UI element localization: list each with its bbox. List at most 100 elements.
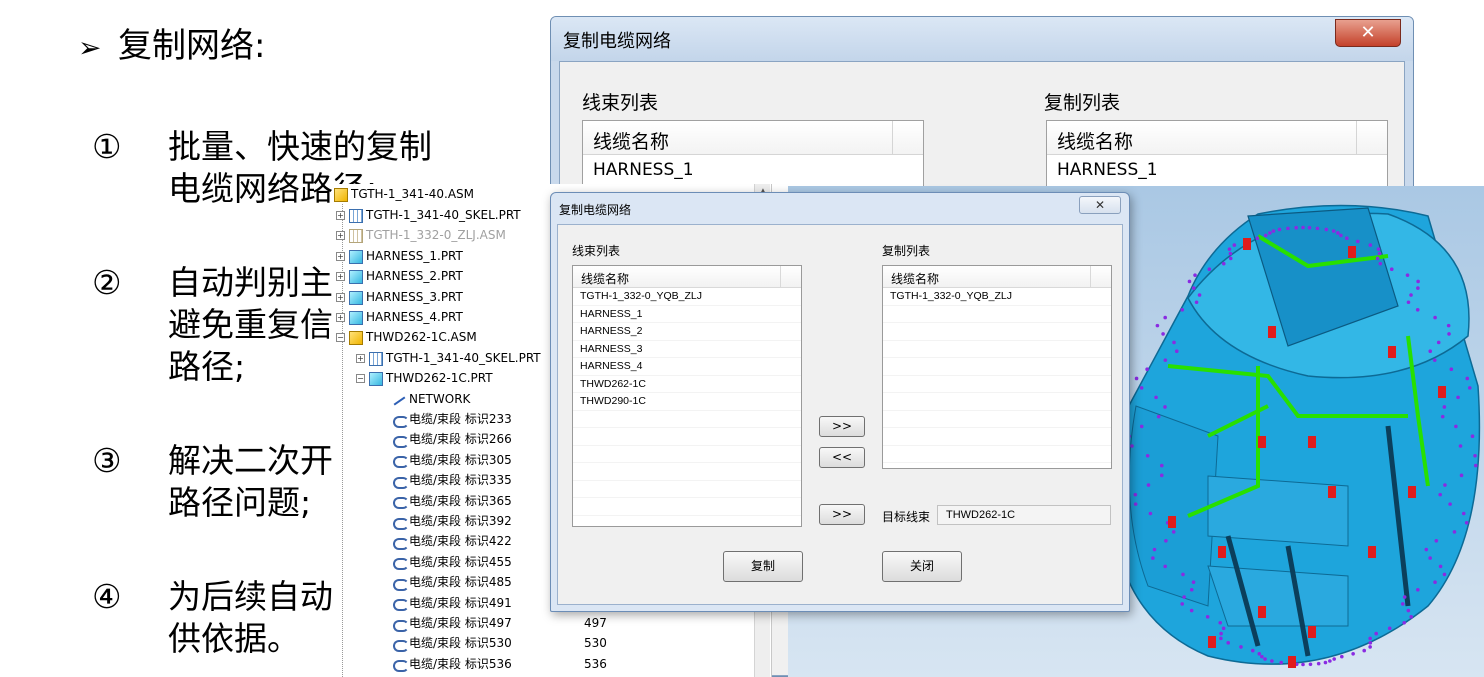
list-item[interactable] <box>573 428 801 446</box>
tree-node[interactable]: NETWORK <box>392 389 470 409</box>
model-point <box>1146 483 1151 487</box>
list-item[interactable] <box>883 428 1111 446</box>
list-item[interactable] <box>573 481 801 498</box>
list-item[interactable] <box>573 446 801 463</box>
tree-node-label: TGTH-1_341-40.ASM <box>351 187 475 201</box>
back-left-column-header[interactable]: 线缆名称 <box>583 121 923 155</box>
expand-icon[interactable]: + <box>336 293 345 302</box>
tree-node-segment[interactable]: 电缆/束段 标识530 <box>392 633 512 653</box>
tree-node-segment[interactable]: 电缆/束段 标识422 <box>392 531 512 551</box>
remove-from-copy-button[interactable]: << <box>819 447 865 468</box>
list-item[interactable]: THWD262-1C <box>573 376 801 393</box>
list-item[interactable] <box>883 376 1111 393</box>
model-point <box>1257 652 1262 656</box>
part-icon <box>349 290 363 305</box>
expand-icon[interactable]: + <box>336 252 345 261</box>
tree-node[interactable]: − THWD262-1C.ASM <box>336 327 477 347</box>
expand-icon[interactable]: + <box>336 313 345 322</box>
tree-node[interactable]: + HARNESS_1.PRT <box>336 246 463 266</box>
back-dialog-titlebar: 复制电缆网络 ✕ <box>551 17 1413 61</box>
model-point <box>1447 332 1451 336</box>
expand-icon[interactable]: + <box>336 211 345 220</box>
list-item[interactable]: THWD290-1C <box>573 393 801 411</box>
model-point <box>1473 463 1478 468</box>
model-point <box>1458 444 1463 448</box>
tree-node-segment[interactable]: 电缆/束段 标识485 <box>392 572 512 592</box>
expand-icon[interactable]: + <box>336 272 345 281</box>
model-point <box>1443 483 1447 487</box>
tree-node[interactable]: + TGTH-1_341-40_SKEL.PRT <box>336 205 521 225</box>
model-point <box>1294 225 1298 230</box>
tree-node-segment[interactable]: 电缆/束段 标识365 <box>392 491 512 511</box>
harness-list-column-header[interactable]: 线缆名称 <box>573 266 801 288</box>
expand-icon[interactable]: + <box>356 354 365 363</box>
tree-node-segment[interactable]: 电缆/束段 标识266 <box>392 429 512 449</box>
list-item[interactable] <box>883 323 1111 341</box>
model-point <box>1263 657 1267 661</box>
list-item[interactable]: HARNESS_2 <box>573 323 801 341</box>
add-to-copy-button[interactable]: >> <box>819 416 865 437</box>
tree-node-segment[interactable]: 电缆/束段 标识455 <box>392 552 512 572</box>
select-target-button[interactable]: >> <box>819 504 865 525</box>
tree-node[interactable]: TGTH-1_341-40.ASM <box>334 184 474 204</box>
tree-node-label: TGTH-1_332-0_ZLJ.ASM <box>366 228 506 242</box>
list-item[interactable] <box>573 498 801 516</box>
expand-icon[interactable]: + <box>336 231 345 240</box>
tree-node[interactable]: + TGTH-1_332-0_ZLJ.ASM <box>336 225 506 245</box>
model-mid-slab <box>1207 475 1349 547</box>
point-number: ① <box>92 127 122 166</box>
model-point <box>1130 444 1134 448</box>
tree-node[interactable]: + HARNESS_3.PRT <box>336 287 463 307</box>
tree-node[interactable]: + HARNESS_4.PRT <box>336 307 463 327</box>
tree-node-segment[interactable]: 电缆/束段 标识392 <box>392 511 512 531</box>
model-point <box>1250 648 1255 653</box>
dialog-close-button[interactable]: ✕ <box>1079 196 1121 214</box>
model-point <box>1163 564 1167 569</box>
tree-node-segment[interactable]: 电缆/束段 标识335 <box>392 470 512 490</box>
copy-button[interactable]: 复制 <box>723 551 803 582</box>
list-item[interactable]: HARNESS_1 <box>1047 155 1387 185</box>
model-point <box>1145 367 1149 372</box>
tree-node-segment[interactable]: 电缆/束段 标识491 <box>392 593 512 613</box>
list-item[interactable]: HARNESS_4 <box>573 358 801 376</box>
cable-segment-icon <box>392 474 409 489</box>
list-item[interactable] <box>883 306 1111 323</box>
harness-list[interactable]: 线缆名称 TGTH-1_332-0_YQB_ZLJ HARNESS_1 HARNES… <box>572 265 802 527</box>
copy-list[interactable]: 线缆名称 TGTH-1_332-0_YQB_ZLJ <box>882 265 1112 469</box>
segment-id-value: 497 <box>584 616 607 630</box>
list-item[interactable] <box>883 341 1111 358</box>
model-point <box>1193 273 1197 277</box>
model-point <box>1375 256 1380 261</box>
tree-node-segment[interactable]: 电缆/束段 标识233 <box>392 409 512 429</box>
model-point <box>1377 251 1382 256</box>
list-item[interactable]: HARNESS_3 <box>573 341 801 358</box>
close-button[interactable]: 关闭 <box>882 551 962 582</box>
back-dialog-close-button[interactable]: ✕ <box>1335 19 1401 47</box>
model-point <box>1336 231 1340 235</box>
list-item[interactable] <box>883 411 1111 428</box>
model-point <box>1279 660 1283 665</box>
list-item[interactable]: TGTH-1_332-0_YQB_ZLJ <box>883 288 1111 306</box>
tree-node[interactable]: + HARNESS_2.PRT <box>336 266 463 286</box>
list-item[interactable]: TGTH-1_332-0_YQB_ZLJ <box>573 288 801 306</box>
back-right-column-header[interactable]: 线缆名称 <box>1047 121 1387 155</box>
tree-node-segment[interactable]: 电缆/束段 标识497 <box>392 613 512 633</box>
list-item[interactable]: HARNESS_1 <box>573 306 801 323</box>
list-item[interactable] <box>573 463 801 481</box>
collapse-icon[interactable]: − <box>336 333 345 342</box>
list-item[interactable] <box>883 446 1111 463</box>
model-point <box>1355 239 1360 244</box>
tree-node[interactable]: − THWD262-1C.PRT <box>356 368 493 388</box>
list-item[interactable]: HARNESS_1 <box>583 155 923 185</box>
tree-node-segment[interactable]: 电缆/束段 标识536 <box>392 654 512 674</box>
tree-node-label: 电缆/束段 标识305 <box>409 452 512 467</box>
target-harness-field[interactable]: THWD262-1C <box>937 505 1111 525</box>
collapse-icon[interactable]: − <box>356 374 365 383</box>
copy-list-column-header[interactable]: 线缆名称 <box>883 266 1111 288</box>
list-item[interactable] <box>573 411 801 428</box>
list-item[interactable] <box>883 393 1111 411</box>
list-item[interactable] <box>883 358 1111 376</box>
tree-node[interactable]: + TGTH-1_341-40_SKEL.PRT <box>356 348 541 368</box>
tree-node-segment[interactable]: 电缆/束段 标识305 <box>392 450 512 470</box>
model-point <box>1207 267 1212 272</box>
